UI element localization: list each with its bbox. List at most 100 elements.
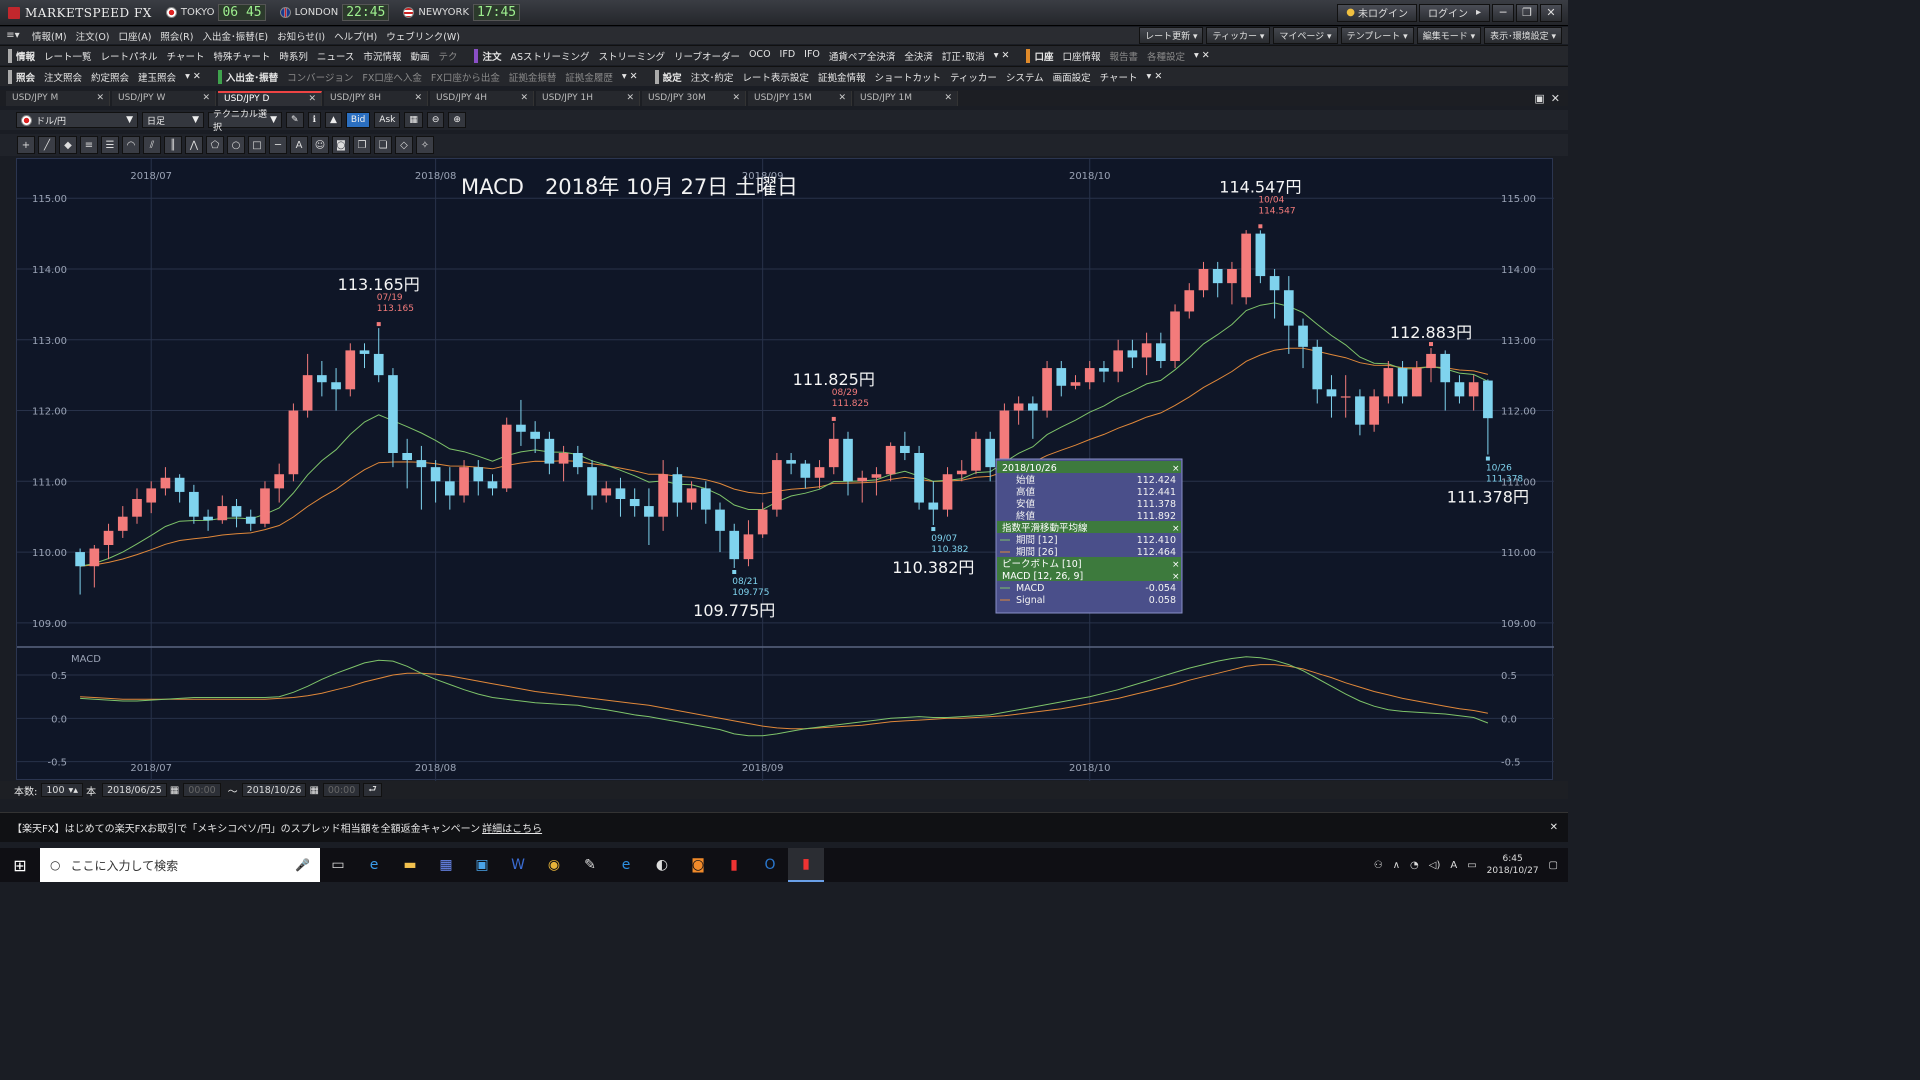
ask-toggle[interactable]: Ask xyxy=(374,112,401,128)
nav-item[interactable]: 全決済 xyxy=(904,49,933,63)
candle-body[interactable] xyxy=(629,499,640,507)
from-time-field[interactable]: 00:00 xyxy=(183,783,221,797)
window-app-icon[interactable]: ▣ xyxy=(464,848,500,882)
candle-body[interactable] xyxy=(729,530,740,560)
candle-body[interactable] xyxy=(487,481,498,489)
nav-transfer-label[interactable]: 入出金･振替 xyxy=(226,70,278,84)
candle-body[interactable] xyxy=(644,506,654,517)
candle-body[interactable] xyxy=(117,516,128,531)
candle-body[interactable] xyxy=(459,467,469,496)
candle-body[interactable] xyxy=(189,491,199,517)
nav-item[interactable]: 市況情報 xyxy=(363,49,401,63)
candle-body[interactable] xyxy=(558,453,569,464)
hamburger-icon[interactable]: ≡▾ xyxy=(0,30,26,41)
close-tab-icon[interactable]: ✕ xyxy=(202,93,210,103)
marketspeed-fx-icon[interactable]: ▮ xyxy=(788,848,824,882)
nav-item[interactable]: OCO xyxy=(749,49,771,63)
candle-body[interactable] xyxy=(103,530,114,545)
candle-body[interactable] xyxy=(473,467,484,482)
nav-item[interactable]: 通貨ペア全決済 xyxy=(829,49,896,63)
volume-icon[interactable]: ◁) xyxy=(1429,860,1441,871)
nav-order-label[interactable]: 注文 xyxy=(482,49,501,63)
ticker-link[interactable]: 詳細はこちら xyxy=(482,820,542,835)
candle-body[interactable] xyxy=(1241,233,1251,298)
windows-start-icon[interactable]: ⊞ xyxy=(0,848,40,882)
trendline-icon[interactable]: ╱ xyxy=(38,136,56,154)
pen-icon[interactable]: ✎ xyxy=(286,112,304,128)
horizontal-line-icon[interactable]: ─ xyxy=(269,136,287,154)
candle-body[interactable] xyxy=(430,467,441,482)
chart-tab[interactable]: USD/JPY 1H ✕ xyxy=(536,90,640,106)
candle-body[interactable] xyxy=(317,375,327,383)
lines-icon[interactable]: ☰ xyxy=(101,136,119,154)
candle-body[interactable] xyxy=(1397,368,1408,397)
app-icon[interactable]: ◐ xyxy=(644,848,680,882)
candle-body[interactable] xyxy=(1369,396,1379,425)
candle-body[interactable] xyxy=(203,516,213,521)
candle-body[interactable] xyxy=(587,467,597,496)
candle-body[interactable] xyxy=(345,350,356,390)
system-clock[interactable]: 6:45 2018/10/27 xyxy=(1487,853,1539,877)
notification-icon[interactable]: ▢ xyxy=(1549,860,1558,871)
candle-body[interactable] xyxy=(160,477,171,489)
bid-toggle[interactable]: Bid xyxy=(345,112,371,128)
toolbar-button[interactable]: テンプレート ▾ xyxy=(1340,27,1414,44)
icon-tool-icon[interactable]: ☺ xyxy=(311,136,329,154)
candle-body[interactable] xyxy=(245,516,256,524)
menu-item[interactable]: ヘルプ(H) xyxy=(334,29,377,43)
info-icon[interactable]: ℹ xyxy=(307,112,321,128)
area-chart-icon[interactable]: ▲ xyxy=(324,112,342,128)
candle-body[interactable] xyxy=(416,460,427,468)
chart-tab[interactable]: USD/JPY 4H ✕ xyxy=(430,90,534,106)
candle-body[interactable] xyxy=(658,474,668,517)
candle-body[interactable] xyxy=(1198,269,1209,291)
nav-item[interactable]: 証拠金履歴 xyxy=(565,70,613,84)
calendar-icon[interactable]: ▦ xyxy=(309,785,318,796)
tooltip-close-icon[interactable]: × xyxy=(1172,524,1180,534)
data-tooltip[interactable]: 2018/10/26 × 始値 112.424 高値 112.441 安値 111.378 終値… xyxy=(995,458,1183,614)
login-button[interactable]: ログイン ▸ xyxy=(1418,3,1490,22)
tooltip-close-icon[interactable]: × xyxy=(1172,572,1180,582)
nav-item[interactable]: チャート xyxy=(167,49,205,63)
nav-item[interactable]: 動画 xyxy=(410,49,429,63)
candle-body[interactable] xyxy=(516,424,526,432)
candle-body[interactable] xyxy=(828,438,839,468)
technical-select[interactable]: テクニカル選択 ▼ xyxy=(208,110,282,133)
candle-body[interactable] xyxy=(89,548,100,567)
nav-item[interactable]: レート表示設定 xyxy=(742,70,809,84)
nav-item[interactable]: 訂正･取消 xyxy=(942,49,985,63)
people-icon[interactable]: ⚇ xyxy=(1374,860,1383,871)
candle-body[interactable] xyxy=(1426,353,1436,369)
channel-icon[interactable]: ⫽ xyxy=(143,136,161,154)
period-select[interactable]: 日足 ▼ xyxy=(142,112,204,128)
candle-body[interactable] xyxy=(1212,269,1223,284)
candle-body[interactable] xyxy=(146,488,157,503)
nav-info-label[interactable]: 情報 xyxy=(16,49,35,63)
chart-tab[interactable]: USD/JPY M ✕ xyxy=(6,90,110,106)
close-tab-icon[interactable]: ✕ xyxy=(96,93,104,103)
nav-item[interactable]: ASストリーミング xyxy=(510,49,589,63)
candle-body[interactable] xyxy=(75,552,85,567)
magic-icon[interactable]: ✧ xyxy=(416,136,434,154)
paint-icon[interactable]: ✎ xyxy=(572,848,608,882)
nav-item[interactable]: レートパネル xyxy=(101,49,158,63)
polygon-icon[interactable]: ⬠ xyxy=(206,136,224,154)
nav-item[interactable]: 約定照会 xyxy=(91,70,129,84)
candle-body[interactable] xyxy=(302,375,313,411)
nav-item[interactable]: テク xyxy=(438,49,457,63)
nav-more-icon[interactable]: ▾ ✕ xyxy=(1147,71,1163,82)
candle-body[interactable] xyxy=(1312,346,1323,390)
circle-icon[interactable]: ○ xyxy=(227,136,245,154)
nav-item[interactable]: 注文･約定 xyxy=(691,70,734,84)
pitchfork-icon[interactable]: ⋀ xyxy=(185,136,203,154)
nav-item[interactable]: 報告書 xyxy=(1109,49,1138,63)
nav-more-icon[interactable]: ▾ ✕ xyxy=(185,71,201,82)
candle-body[interactable] xyxy=(843,438,853,482)
candle-body[interactable] xyxy=(814,467,825,478)
nav-item[interactable]: 口座情報 xyxy=(1062,49,1100,63)
candlestick-chart[interactable]: 115.00 115.00 114.00 114.00 113.00 113.00 112.… xyxy=(17,159,1554,781)
candle-body[interactable] xyxy=(1440,353,1451,383)
word-icon[interactable]: W xyxy=(500,848,536,882)
chart-tab[interactable]: USD/JPY D ✕ xyxy=(218,90,322,106)
chart-type-icon[interactable]: ▦ xyxy=(404,112,423,128)
